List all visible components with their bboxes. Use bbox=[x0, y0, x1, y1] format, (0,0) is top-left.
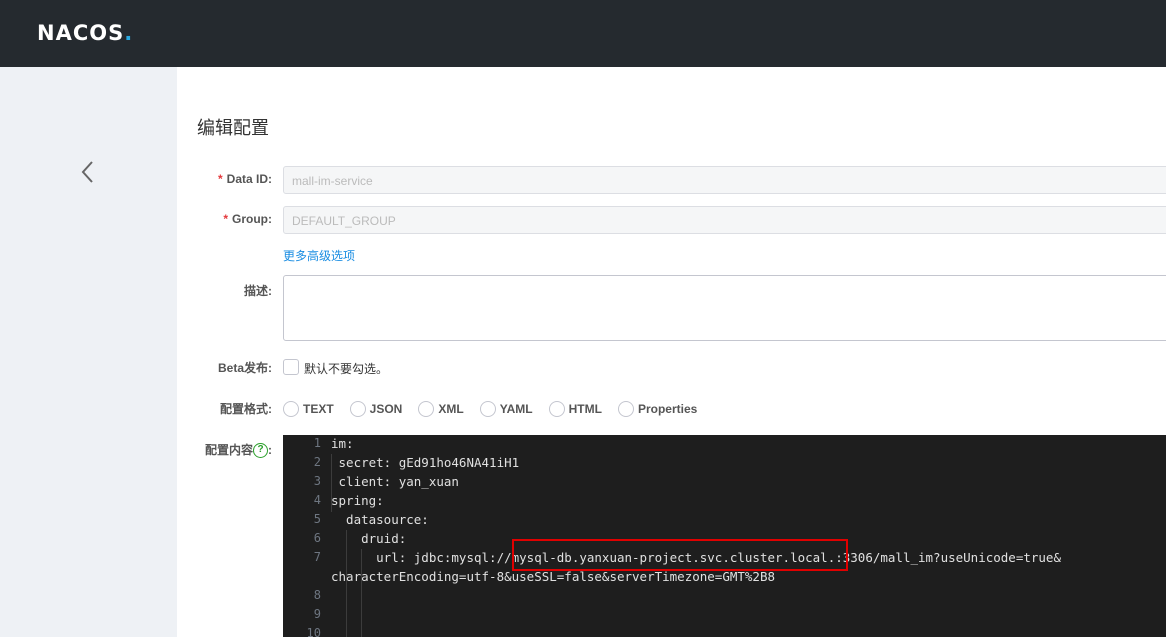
content-label: 配置内容?: bbox=[204, 443, 272, 459]
line-number: 3 bbox=[313, 474, 321, 488]
line-number: 7 bbox=[313, 550, 321, 564]
code-line: client: yan_xuan bbox=[331, 474, 459, 489]
radio-circle[interactable] bbox=[283, 401, 299, 417]
code-editor[interactable]: 1 2 3 4 5 6 7 8 9 10 im: secret: gEd91ho… bbox=[283, 435, 1166, 637]
group-input[interactable]: DEFAULT_GROUP bbox=[283, 206, 1166, 234]
top-navbar: NACOS. bbox=[0, 0, 1166, 67]
radio-circle[interactable] bbox=[617, 401, 634, 417]
radio-xml[interactable]: XML bbox=[418, 400, 464, 418]
line-number: 10 bbox=[306, 626, 321, 637]
beta-checkbox[interactable] bbox=[283, 359, 299, 375]
radio-text[interactable]: TEXT bbox=[283, 400, 334, 418]
radio-yaml[interactable]: YAML bbox=[479, 400, 533, 418]
required-mark: * bbox=[217, 172, 223, 186]
beta-label: Beta发布: bbox=[217, 361, 272, 375]
main-content: 编辑配置 * Data ID: mall-im-service * Group: D… bbox=[177, 67, 1166, 637]
radio-circle[interactable] bbox=[479, 401, 496, 417]
line-number: 4 bbox=[313, 493, 321, 507]
back-arrow-icon[interactable] bbox=[78, 159, 98, 185]
line-number: 8 bbox=[313, 588, 321, 602]
highlight-annotation-box bbox=[512, 539, 848, 571]
beta-checkbox-text: 默认不要勾选。 bbox=[304, 362, 389, 376]
line-number: 1 bbox=[313, 436, 321, 450]
format-label: 配置格式: bbox=[220, 402, 272, 416]
code-line: characterEncoding=utf-8&useSSL=false&ser… bbox=[331, 569, 776, 584]
code-line: secret: gEd91ho46NA41iH1 bbox=[331, 455, 520, 470]
data-id-label: * Data ID: bbox=[217, 172, 272, 186]
required-mark: * bbox=[223, 212, 228, 226]
line-number: 6 bbox=[313, 531, 321, 545]
description-textarea[interactable] bbox=[283, 275, 1166, 341]
code-line: druid: bbox=[331, 531, 407, 546]
radio-html[interactable]: HTML bbox=[548, 400, 602, 418]
line-number-gutter: 1 2 3 4 5 6 7 8 9 10 bbox=[283, 435, 327, 637]
radio-json[interactable]: JSON bbox=[349, 400, 402, 418]
code-line: datasource: bbox=[331, 512, 429, 527]
description-label: 描述: bbox=[244, 284, 272, 298]
data-id-input[interactable]: mall-im-service bbox=[283, 166, 1166, 194]
line-number: 2 bbox=[313, 455, 321, 469]
advanced-options-link[interactable]: 更多高级选项 bbox=[283, 247, 355, 264]
nacos-logo[interactable]: NACOS. bbox=[37, 21, 133, 45]
sidebar bbox=[0, 67, 177, 637]
radio-properties[interactable]: Properties bbox=[617, 400, 697, 418]
page-title: 编辑配置 bbox=[197, 118, 269, 138]
line-number: 9 bbox=[313, 607, 321, 621]
code-line: im: bbox=[331, 436, 354, 451]
radio-circle[interactable] bbox=[548, 401, 565, 417]
line-number: 5 bbox=[313, 512, 321, 526]
group-label: * Group: bbox=[223, 212, 272, 226]
radio-circle[interactable] bbox=[418, 401, 435, 417]
code-line: spring: bbox=[331, 493, 384, 508]
radio-circle[interactable] bbox=[349, 401, 366, 417]
help-icon[interactable]: ? bbox=[253, 443, 268, 459]
format-radio-group: TEXT JSON XML YAML HTML Properties bbox=[283, 400, 713, 418]
